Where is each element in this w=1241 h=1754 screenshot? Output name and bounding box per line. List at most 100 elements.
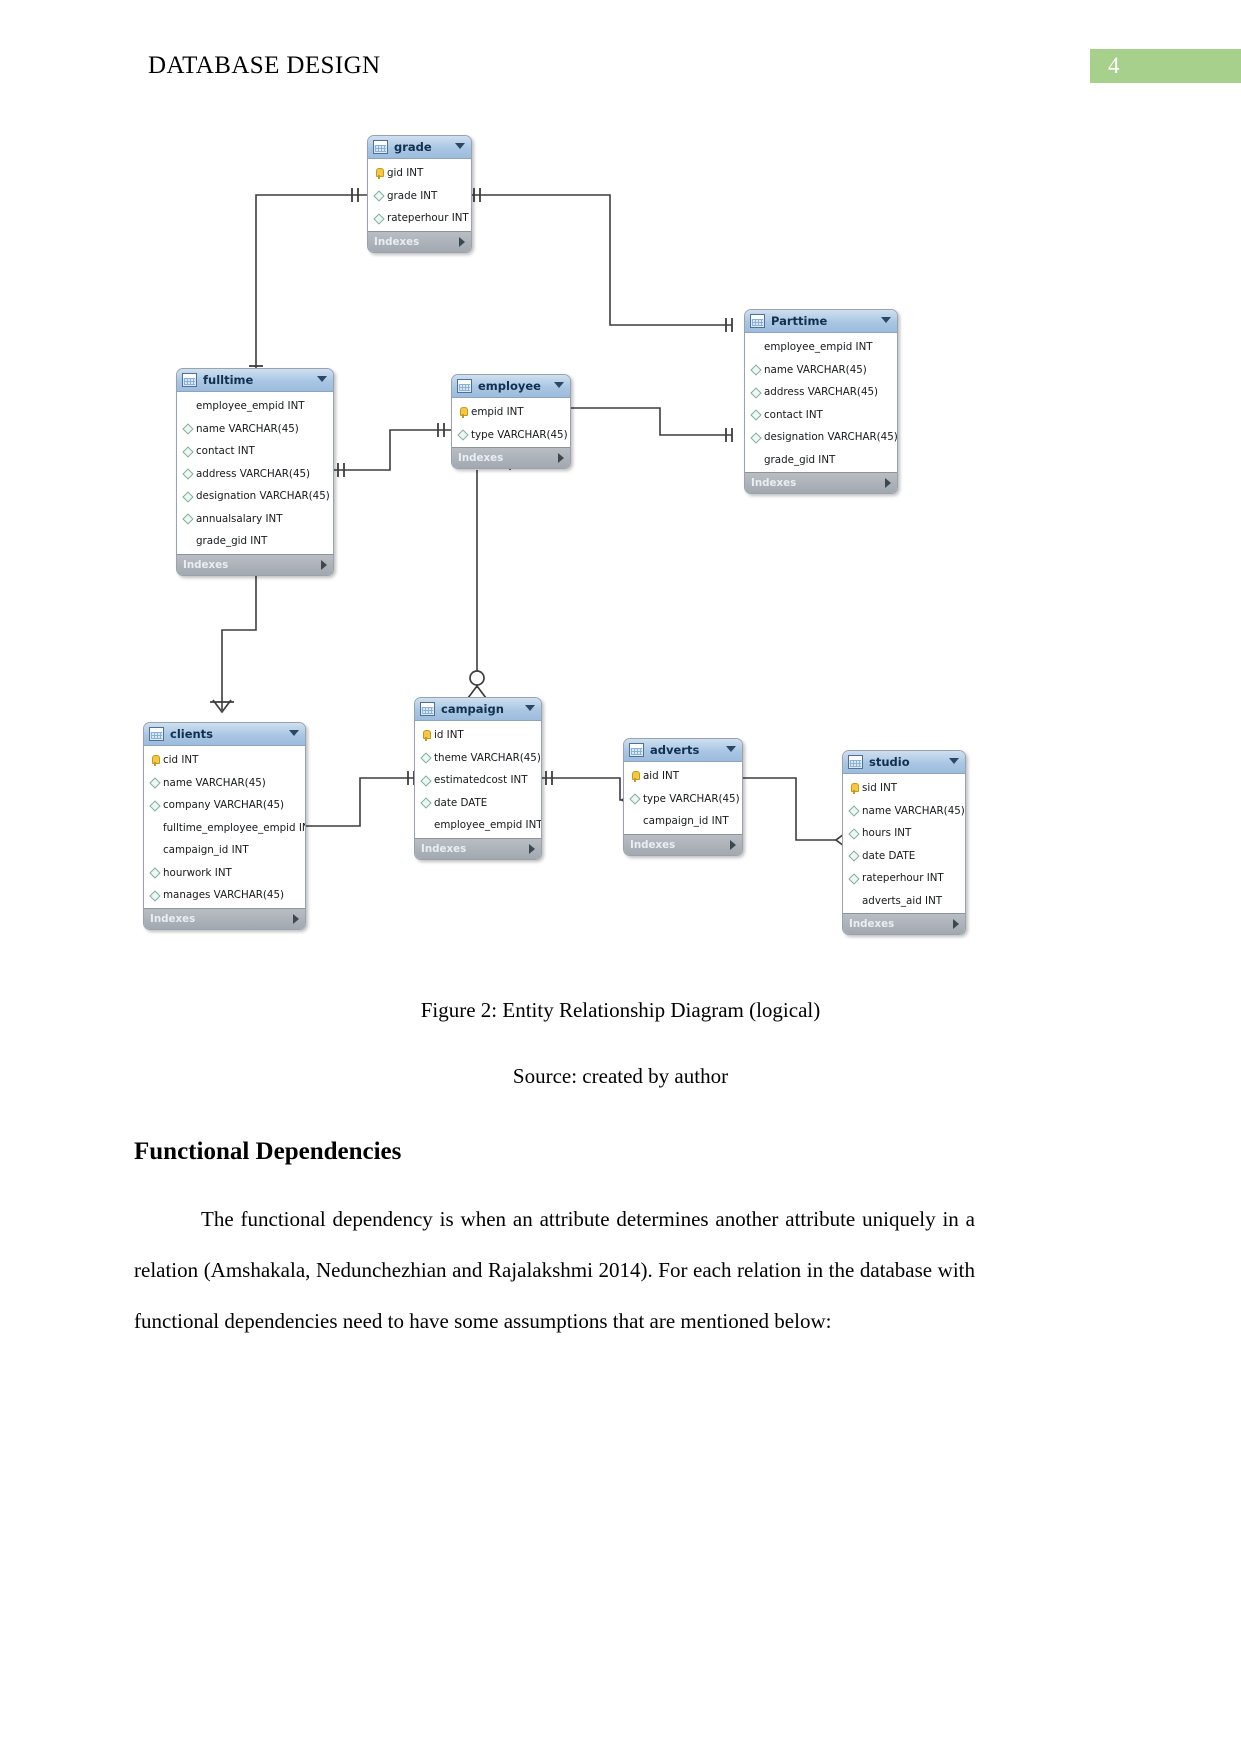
primary-key-icon	[849, 782, 860, 794]
er-field: fulltime_employee_empid INT	[144, 817, 305, 840]
er-field: designation VARCHAR(45)	[745, 426, 897, 449]
er-field-label: fulltime_employee_empid INT	[163, 821, 306, 834]
er-table-studio[interactable]: studio sid INT name VARCHAR(45) hours IN…	[842, 750, 966, 935]
er-field-label: grade INT	[387, 189, 438, 202]
er-indexes-label: Indexes	[849, 918, 895, 930]
er-field: date DATE	[843, 845, 965, 868]
er-table-header[interactable]: studio	[843, 751, 965, 774]
er-indexes-row[interactable]: Indexes	[745, 472, 897, 493]
er-field: campaign_id INT	[624, 810, 742, 833]
primary-key-icon	[421, 729, 432, 741]
er-table-title: campaign	[441, 702, 504, 716]
er-field: employee_empid INT	[745, 336, 897, 359]
er-field: contact INT	[745, 404, 897, 427]
er-field: cid INT	[144, 749, 305, 772]
er-indexes-row[interactable]: Indexes	[415, 837, 541, 859]
er-table-header[interactable]: employee	[452, 375, 570, 398]
er-table-header[interactable]: Parttime	[745, 310, 897, 333]
er-table-header[interactable]: fulltime	[177, 369, 333, 392]
er-field-label: empid INT	[471, 406, 524, 419]
er-table-header[interactable]: grade	[368, 136, 471, 159]
column-icon	[630, 793, 641, 804]
er-indexes-row[interactable]: Indexes	[368, 230, 471, 252]
er-field-label: campaign_id INT	[163, 844, 249, 857]
chevron-down-icon[interactable]	[554, 382, 564, 388]
er-table-title: studio	[869, 755, 910, 769]
table-icon	[629, 743, 644, 757]
er-table-header[interactable]: adverts	[624, 739, 742, 762]
er-field: empid INT	[452, 401, 570, 424]
page-number-text: 4	[1108, 53, 1120, 78]
column-icon	[849, 805, 860, 816]
er-table-clients[interactable]: clients cid INT name VARCHAR(45) company…	[143, 722, 306, 930]
primary-key-icon	[630, 770, 641, 782]
er-field-label: annualsalary INT	[196, 512, 283, 525]
er-indexes-row[interactable]: Indexes	[843, 913, 965, 934]
er-field-label: designation VARCHAR(45)	[196, 490, 330, 503]
er-field: hours INT	[843, 822, 965, 845]
er-indexes-row[interactable]: Indexes	[144, 907, 305, 929]
er-table-employee[interactable]: employee empid INT type VARCHAR(45) Inde…	[451, 374, 571, 469]
column-icon	[849, 850, 860, 861]
er-field-label: grade_gid INT	[196, 535, 268, 548]
column-icon	[421, 797, 432, 808]
table-icon	[750, 314, 765, 328]
er-indexes-row[interactable]: Indexes	[624, 833, 742, 855]
page-header-title: DATABASE DESIGN	[148, 52, 381, 79]
er-table-header[interactable]: clients	[144, 723, 305, 746]
er-indexes-label: Indexes	[421, 842, 467, 855]
er-field: type VARCHAR(45)	[452, 424, 570, 447]
chevron-down-icon[interactable]	[455, 143, 465, 149]
er-table-adverts[interactable]: adverts aid INT type VARCHAR(45) campaig…	[623, 738, 743, 856]
er-field-label: grade_gid INT	[764, 453, 836, 466]
er-field: address VARCHAR(45)	[177, 463, 333, 486]
chevron-right-icon[interactable]	[558, 453, 564, 463]
er-field-label: id INT	[434, 729, 464, 742]
primary-key-icon	[150, 754, 161, 766]
chevron-right-icon[interactable]	[885, 478, 891, 488]
er-table-campaign[interactable]: campaign id INT theme VARCHAR(45) estima…	[414, 697, 542, 860]
figure-source: Source: created by author	[512, 1064, 729, 1088]
chevron-down-icon[interactable]	[317, 376, 327, 382]
er-table-title: grade	[394, 140, 432, 154]
er-field: type VARCHAR(45)	[624, 788, 742, 811]
chevron-right-icon[interactable]	[459, 236, 465, 247]
er-field-label: company VARCHAR(45)	[163, 799, 285, 812]
er-indexes-label: Indexes	[183, 558, 229, 571]
er-indexes-label: Indexes	[751, 477, 797, 489]
er-indexes-label: Indexes	[630, 838, 676, 851]
chevron-down-icon[interactable]	[525, 705, 535, 711]
er-field: name VARCHAR(45)	[144, 772, 305, 795]
er-table-fields: employee_empid INT name VARCHAR(45) addr…	[745, 333, 897, 472]
er-field-label: estimatedcost INT	[434, 774, 528, 787]
er-field: grade INT	[368, 185, 471, 208]
chevron-right-icon[interactable]	[529, 843, 535, 854]
chevron-down-icon[interactable]	[949, 758, 959, 764]
chevron-down-icon[interactable]	[726, 746, 736, 752]
er-table-fulltime[interactable]: fulltime employee_empid INT name VARCHAR…	[176, 368, 334, 576]
er-table-grade[interactable]: grade gid INT grade INT rateperhour INT …	[367, 135, 472, 253]
chevron-right-icon[interactable]	[730, 839, 736, 850]
er-field: rateperhour INT	[843, 867, 965, 890]
chevron-down-icon[interactable]	[289, 730, 299, 736]
chevron-right-icon[interactable]	[953, 919, 959, 929]
er-table-title: fulltime	[203, 373, 254, 387]
er-indexes-row[interactable]: Indexes	[177, 553, 333, 575]
er-field: adverts_aid INT	[843, 890, 965, 913]
er-table-title: employee	[478, 379, 541, 393]
er-field-label: adverts_aid INT	[862, 894, 943, 907]
er-table-parttime[interactable]: Parttime employee_empid INT name VARCHAR…	[744, 309, 898, 494]
er-table-header[interactable]: campaign	[415, 698, 541, 721]
er-table-fields: cid INT name VARCHAR(45) company VARCHAR…	[144, 746, 305, 908]
column-icon	[421, 752, 432, 763]
er-indexes-row[interactable]: Indexes	[452, 447, 570, 468]
er-table-fields: id INT theme VARCHAR(45) estimatedcost I…	[415, 721, 541, 838]
er-field: annualsalary INT	[177, 508, 333, 531]
chevron-right-icon[interactable]	[293, 913, 299, 924]
er-field-label: hours INT	[862, 827, 912, 840]
er-field-label: rateperhour INT	[862, 872, 944, 885]
chevron-down-icon[interactable]	[881, 317, 891, 323]
er-field-label: employee_empid INT	[196, 400, 305, 413]
chevron-right-icon[interactable]	[321, 559, 327, 570]
er-field: hourwork INT	[144, 862, 305, 885]
